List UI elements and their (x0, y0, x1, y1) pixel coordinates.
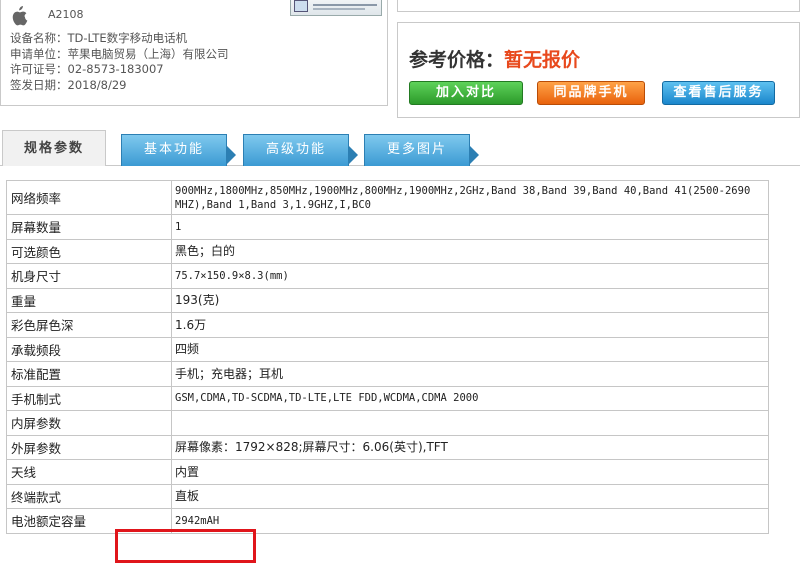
spec-key: 网络频率 (6, 180, 172, 215)
spec-value: 手机；充电器；耳机 (171, 361, 769, 387)
table-row: 天线 内置 (6, 459, 769, 485)
tab-bar: 规格参数 基本功能 高级功能 更多图片 (0, 128, 800, 166)
tab-more-images[interactable]: 更多图片 (364, 134, 479, 166)
applicant-line: 申请单位：苹果电脑贸易（上海）有限公司 (10, 46, 229, 61)
device-header: A2108 设备名称：TD-LTE数字移动电话机 申请单位：苹果电脑贸易（上海）… (0, 0, 800, 118)
table-row: 终端款式 直板 (6, 483, 769, 509)
tab-specs[interactable]: 规格参数 (2, 130, 106, 166)
spec-value: 内置 (171, 459, 769, 485)
spec-key: 内屏参数 (6, 410, 172, 436)
add-compare-button[interactable]: 加入对比 (409, 81, 523, 105)
spec-value: 直板 (171, 483, 769, 509)
spec-value: 75.7×150.9×8.3(mm) (171, 263, 769, 289)
device-info-lines: 设备名称：TD-LTE数字移动电话机 申请单位：苹果电脑贸易（上海）有限公司 许… (10, 31, 229, 93)
spec-key: 可选颜色 (6, 238, 172, 264)
same-brand-button[interactable]: 同品牌手机 (537, 81, 645, 105)
spec-key: 重量 (6, 287, 172, 313)
device-model: A2108 (48, 8, 84, 21)
price-top-border (397, 0, 800, 12)
spec-value: 四频 (171, 336, 769, 362)
after-sales-button[interactable]: 查看售后服务 (662, 81, 775, 105)
spec-value: 屏幕像素：1792×828;屏幕尺寸：6.06(英寸),TFT (171, 434, 769, 460)
certification-badge-image (290, 0, 382, 16)
spec-value: 1.6万 (171, 312, 769, 338)
spec-value: 1 (171, 214, 769, 240)
spec-table-container: 网络频率 900MHz,1800MHz,850MHz,1900MHz,800MHz… (6, 180, 769, 534)
table-row: 彩色屏色深 1.6万 (6, 312, 769, 338)
spec-key: 标准配置 (6, 361, 172, 387)
device-info-panel: A2108 设备名称：TD-LTE数字移动电话机 申请单位：苹果电脑贸易（上海）… (0, 0, 388, 106)
spec-key: 天线 (6, 459, 172, 485)
spec-key: 手机制式 (6, 385, 172, 411)
tab-advanced-functions[interactable]: 高级功能 (243, 134, 358, 166)
spec-key: 承载频段 (6, 336, 172, 362)
price-label-text: 参考价格： (409, 49, 505, 71)
table-row: 承载频段 四频 (6, 336, 769, 362)
spec-key: 外屏参数 (6, 434, 172, 460)
badge-text-line (313, 8, 365, 10)
tab-basic-functions[interactable]: 基本功能 (121, 134, 236, 166)
battery-highlight-box (115, 529, 256, 563)
issue-date-line: 签发日期：2018/8/29 (10, 77, 127, 92)
apple-logo-icon (12, 6, 28, 26)
spec-key: 彩色屏色深 (6, 312, 172, 338)
table-row: 外屏参数 屏幕像素：1792×828;屏幕尺寸：6.06(英寸),TFT (6, 434, 769, 460)
spec-value: 2942mAH (171, 508, 769, 534)
spec-key: 屏幕数量 (6, 214, 172, 240)
badge-text-line (313, 4, 377, 6)
table-row: 手机制式 GSM,CDMA,TD-SCDMA,TD-LTE,LTE FDD,WCD… (6, 385, 769, 411)
spec-key: 机身尺寸 (6, 263, 172, 289)
table-row: 屏幕数量 1 (6, 214, 769, 240)
spec-value: GSM,CDMA,TD-SCDMA,TD-LTE,LTE FDD,WCDMA,C… (171, 385, 769, 411)
table-row: 内屏参数 (6, 410, 769, 436)
price-panel: 参考价格：暂无报价 加入对比 同品牌手机 查看售后服务 (397, 22, 800, 118)
table-row: 重量 193(克) (6, 287, 769, 313)
spec-value: 黑色；白的 (171, 238, 769, 264)
table-row: 网络频率 900MHz,1800MHz,850MHz,1900MHz,800MHz… (6, 180, 769, 215)
price-value: 暂无报价 (504, 49, 581, 71)
spec-value: 193(克) (171, 287, 769, 313)
spec-value (171, 410, 769, 436)
spec-value: 900MHz,1800MHz,850MHz,1900MHz,800MHz,190… (171, 180, 769, 215)
license-number-line: 许可证号：02-8573-183007 (10, 62, 164, 76)
table-row: 可选颜色 黑色；白的 (6, 238, 769, 264)
price-label: 参考价格：暂无报价 (409, 45, 580, 72)
table-row: 机身尺寸 75.7×150.9×8.3(mm) (6, 263, 769, 289)
spec-key: 终端款式 (6, 483, 172, 509)
spec-table: 网络频率 900MHz,1800MHz,850MHz,1900MHz,800MHz… (6, 180, 769, 534)
device-name-line: 设备名称：TD-LTE数字移动电话机 (10, 31, 188, 45)
table-row: 标准配置 手机；充电器；耳机 (6, 361, 769, 387)
certification-seal-icon (294, 0, 308, 12)
